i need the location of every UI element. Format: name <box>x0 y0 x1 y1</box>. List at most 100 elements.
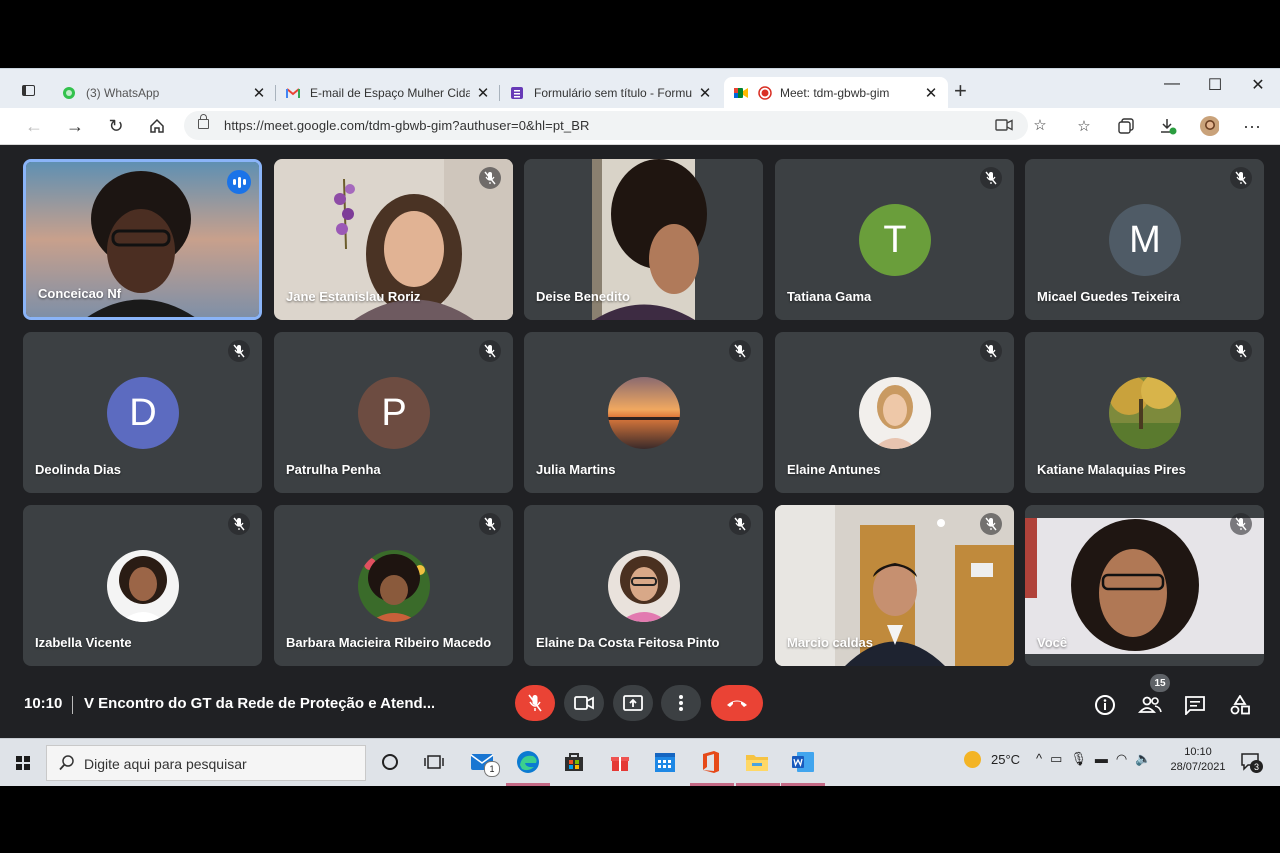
participant-tile[interactable]: Elaine Da Costa Feitosa Pinto <box>524 505 763 666</box>
calendar-app-icon[interactable] <box>652 749 678 775</box>
gift-app-icon[interactable] <box>607 749 633 775</box>
more-options-button[interactable] <box>661 685 701 721</box>
profile-avatar[interactable] <box>1199 116 1219 136</box>
recording-icon <box>758 86 772 100</box>
home-button[interactable] <box>147 116 167 136</box>
wifi-icon[interactable]: ◠ <box>1116 751 1127 767</box>
home-icon <box>150 118 164 133</box>
meet-tray-icon[interactable]: ▭ <box>1050 751 1062 767</box>
microphone-icon[interactable]: 🎙 <box>1070 751 1087 767</box>
meeting-info-button[interactable] <box>1092 692 1118 718</box>
url-field[interactable]: https://meet.google.com/tdm-gbwb-gim?aut… <box>184 111 1047 140</box>
chevron-up-icon[interactable]: ^ <box>1036 751 1042 767</box>
participant-grid: Conceicao Nf Jane Estanislau Roriz Deise… <box>0 144 1280 676</box>
search-icon <box>59 755 74 771</box>
tab-title: Meet: tdm-gbwb-gim <box>780 86 890 100</box>
avatar <box>608 377 680 449</box>
tab-forms[interactable]: Formulário sem título - Formulár ✕ <box>500 77 722 109</box>
activities-button[interactable] <box>1227 692 1253 718</box>
participant-name: Elaine Antunes <box>787 462 881 477</box>
favorites-icon[interactable]: ☆ <box>1074 116 1094 136</box>
system-clock[interactable]: 10:10 28/07/2021 <box>1166 745 1230 775</box>
muted-mic-icon <box>729 340 751 362</box>
edge-browser-icon[interactable] <box>515 749 541 775</box>
meeting-title[interactable]: V Encontro do GT da Rede de Proteção e A… <box>84 695 434 712</box>
participant-tile[interactable]: T Tatiana Gama <box>775 159 1014 320</box>
participant-tile[interactable]: Você <box>1025 505 1264 666</box>
participant-name: Você <box>1037 635 1068 650</box>
participant-tile[interactable]: Conceicao Nf <box>23 159 262 320</box>
url-text[interactable]: https://meet.google.com/tdm-gbwb-gim?aut… <box>224 118 589 133</box>
participant-tile[interactable]: Jane Estanislau Roriz <box>274 159 513 320</box>
participant-tile[interactable]: Marcio caldas <box>775 505 1014 666</box>
cortana-icon[interactable] <box>377 749 403 775</box>
gmail-icon <box>286 86 300 100</box>
tab-actions-icon[interactable] <box>22 85 35 96</box>
avatar <box>358 550 430 622</box>
close-tab-icon[interactable]: ✕ <box>698 84 712 102</box>
lock-icon[interactable] <box>198 114 209 129</box>
new-tab-button[interactable]: + <box>954 80 967 102</box>
tab-meet[interactable]: Meet: tdm-gbwb-gim ✕ <box>724 77 948 109</box>
participant-tile[interactable]: Izabella Vicente <box>23 505 262 666</box>
avatar: T <box>859 204 931 276</box>
participant-tile[interactable]: Barbara Macieira Ribeiro Macedo <box>274 505 513 666</box>
tab-title: E-mail de Espaço Mulher Cidadã <box>310 86 470 100</box>
back-button[interactable]: ← <box>24 116 44 136</box>
store-icon[interactable] <box>561 749 587 775</box>
maximize-button[interactable]: ☐ <box>1200 75 1230 95</box>
volume-icon[interactable]: 🔈 <box>1135 751 1151 767</box>
participant-name: Marcio caldas <box>787 635 873 650</box>
present-screen-button[interactable] <box>613 685 653 721</box>
close-tab-icon[interactable]: ✕ <box>252 84 266 102</box>
participant-tile[interactable]: Katiane Malaquias Pires <box>1025 332 1264 493</box>
avatar <box>107 550 179 622</box>
chat-button[interactable] <box>1182 692 1208 718</box>
close-tab-icon[interactable]: ✕ <box>476 84 490 102</box>
system-date: 28/07/2021 <box>1170 761 1226 773</box>
speaking-indicator-icon <box>227 170 251 194</box>
present-screen-icon <box>623 695 643 711</box>
leave-call-button[interactable] <box>711 685 763 721</box>
tab-gmail[interactable]: E-mail de Espaço Mulher Cidadã ✕ <box>276 77 500 109</box>
avatar: M <box>1109 204 1181 276</box>
more-menu-icon[interactable]: ··· <box>1242 116 1262 136</box>
refresh-button[interactable]: ↻ <box>106 116 126 136</box>
close-tab-icon[interactable]: ✕ <box>924 84 938 102</box>
muted-mic-icon <box>729 513 751 535</box>
close-window-button[interactable]: ✕ <box>1243 75 1273 95</box>
task-view-icon[interactable] <box>421 749 447 775</box>
mail-app-icon[interactable]: 1 <box>470 749 500 777</box>
mic-off-icon <box>528 694 542 712</box>
add-favorite-icon[interactable]: ☆ <box>1030 115 1050 135</box>
word-icon[interactable] <box>790 749 816 775</box>
muted-mic-icon <box>228 513 250 535</box>
forward-button[interactable]: → <box>65 116 85 136</box>
collections-icon[interactable] <box>1116 116 1136 136</box>
office-icon[interactable] <box>698 749 724 775</box>
toggle-camera-button[interactable] <box>564 685 604 721</box>
camera-permission-icon[interactable] <box>994 115 1014 135</box>
minimize-button[interactable]: — <box>1157 75 1187 93</box>
mail-badge: 1 <box>484 761 500 777</box>
participant-tile[interactable]: P Patrulha Penha <box>274 332 513 493</box>
participant-tile[interactable]: Julia Martins <box>524 332 763 493</box>
participants-button[interactable] <box>1137 692 1163 718</box>
tab-whatsapp[interactable]: (3) WhatsApp ✕ <box>52 77 276 109</box>
weather-widget[interactable]: 25°C <box>964 751 1020 768</box>
participant-tile[interactable]: Elaine Antunes <box>775 332 1014 493</box>
participant-tile[interactable]: M Micael Guedes Teixeira <box>1025 159 1264 320</box>
notifications-button[interactable]: 3 <box>1240 751 1263 776</box>
taskbar-search-box[interactable]: Digite aqui para pesquisar <box>46 745 366 781</box>
file-explorer-icon[interactable] <box>744 749 770 775</box>
participant-tile[interactable]: D Deolinda Dias <box>23 332 262 493</box>
screen: (3) WhatsApp ✕ E-mail de Espaço Mulher C… <box>0 68 1280 786</box>
participant-tile[interactable]: Deise Benedito <box>524 159 763 320</box>
participant-name: Jane Estanislau Roriz <box>286 289 421 304</box>
participant-name: Patrulha Penha <box>286 462 381 477</box>
downloads-icon[interactable] <box>1158 116 1178 136</box>
battery-icon[interactable]: ▬ <box>1095 751 1108 767</box>
toggle-mic-button[interactable] <box>515 685 555 721</box>
windows-start-icon[interactable] <box>16 756 30 770</box>
browser-tab-bar: (3) WhatsApp ✕ E-mail de Espaço Mulher C… <box>0 68 1280 109</box>
